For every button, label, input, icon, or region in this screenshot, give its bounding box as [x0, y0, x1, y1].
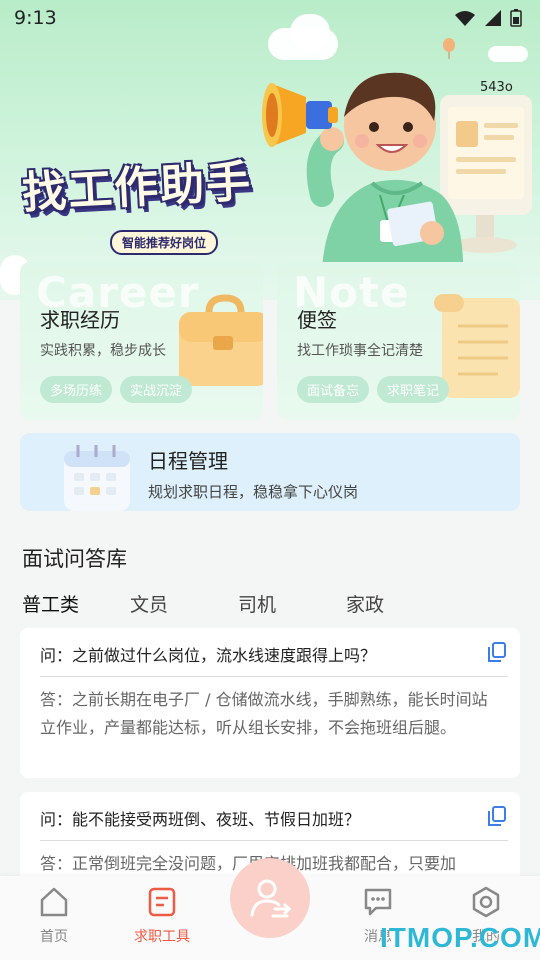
note-tags: 面试备忘 求职笔记: [297, 376, 450, 403]
note-card[interactable]: Note 便签 找工作琐事全记清楚 面试备忘 求职笔记: [277, 262, 520, 420]
section-title: 面试问答库: [22, 547, 127, 571]
calendar-icon: [64, 445, 130, 511]
tag-chip[interactable]: 面试备忘: [297, 376, 370, 403]
center-action-button[interactable]: [230, 858, 310, 938]
hero-banner: 找工作助手 智能推荐好岗位: [0, 0, 540, 300]
tag-chip[interactable]: 多场历练: [40, 376, 113, 403]
career-card-desc: 实践积累，稳步成长: [40, 343, 166, 359]
nav-home[interactable]: 首页: [14, 886, 94, 946]
nav-job-tools[interactable]: 求职工具: [122, 886, 202, 946]
copy-icon[interactable]: [488, 806, 506, 826]
qa-question: 问：能不能接受两班倒、夜班、节假日加班？: [40, 810, 361, 829]
tab-driver[interactable]: 司机: [238, 590, 346, 617]
home-icon: [40, 887, 68, 917]
hero-subtitle: 智能推荐好岗位: [110, 230, 219, 255]
copy-icon[interactable]: [488, 642, 506, 662]
document-icon: [148, 887, 176, 917]
battery-icon: [510, 9, 522, 27]
site-watermark: ITMOP.COM: [380, 922, 540, 953]
message-icon: [364, 888, 392, 916]
tag-chip[interactable]: 求职笔记: [377, 376, 450, 403]
schedule-card-title: 日程管理: [148, 449, 228, 473]
status-icons: [454, 9, 522, 27]
hero-title-block: 找工作助手 智能推荐好岗位: [21, 150, 302, 255]
tag-chip[interactable]: 实战沉淀: [120, 376, 193, 403]
settings-hexagon-icon: [472, 886, 500, 918]
tab-general-worker[interactable]: 普工类: [22, 590, 130, 617]
divider: [40, 676, 508, 677]
nav-label: 首页: [40, 929, 68, 945]
qa-item: 问：之前做过什么岗位，流水线速度跟得上吗？ 答：之前长期在电子厂 / 仓储做流水…: [20, 628, 520, 778]
signal-icon: [485, 10, 501, 26]
qa-question: 问：之前做过什么岗位，流水线速度跟得上吗？: [40, 646, 377, 665]
divider: [40, 840, 508, 841]
career-card-title: 求职经历: [40, 308, 120, 332]
note-card-desc: 找工作琐事全记清楚: [297, 343, 423, 359]
career-tags: 多场历练 实战沉淀: [40, 376, 193, 403]
nav-label: 求职工具: [134, 929, 190, 945]
category-tabs: 普工类 文员 司机 家政: [22, 590, 454, 617]
status-time: 9:13: [14, 7, 57, 29]
status-bar: 9:13: [0, 0, 540, 36]
qa-answer: 答：之前长期在电子厂 / 仓储做流水线，手脚熟练，能长时间站立作业，产量都能达标…: [40, 690, 488, 737]
wifi-icon: [455, 11, 475, 26]
step-counter: 543o: [480, 80, 513, 95]
schedule-card[interactable]: 日程管理 规划求职日程，稳稳拿下心仪岗: [20, 433, 520, 511]
note-card-title: 便签: [297, 308, 337, 332]
user-switch-icon: [250, 879, 292, 918]
schedule-card-desc: 规划求职日程，稳稳拿下心仪岗: [148, 483, 359, 501]
tab-housekeeping[interactable]: 家政: [346, 590, 454, 617]
tab-clerk[interactable]: 文员: [130, 590, 238, 617]
career-history-card[interactable]: Career 求职经历 实践积累，稳步成长 多场历练 实战沉淀: [20, 262, 263, 420]
